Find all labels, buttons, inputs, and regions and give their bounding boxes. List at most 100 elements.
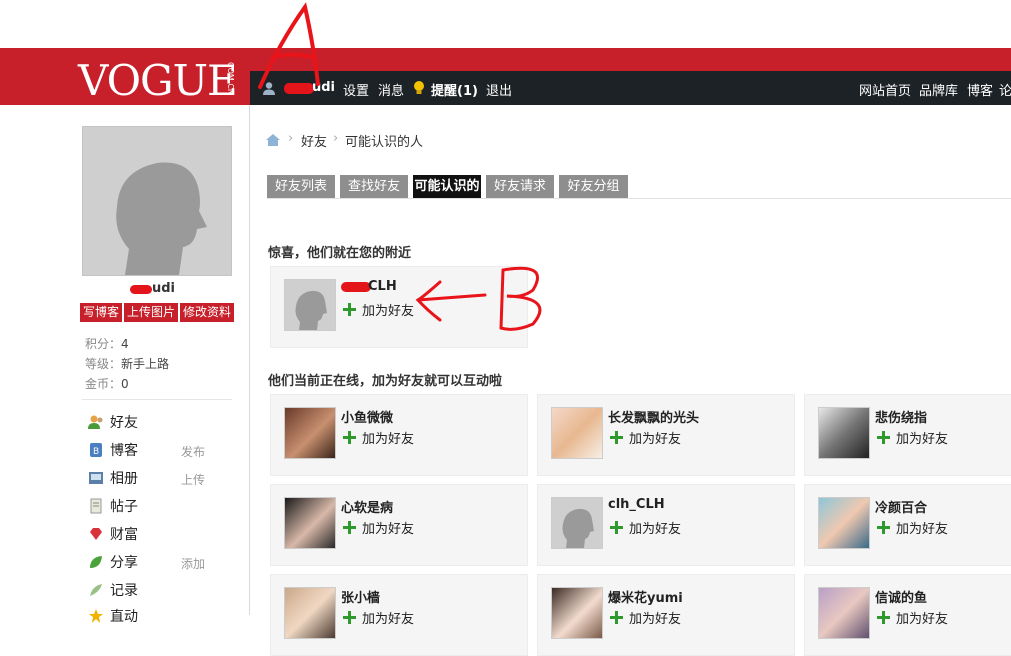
online-card: 长发飘飘的光头 加为好友 xyxy=(537,394,795,476)
plus-icon xyxy=(610,431,623,444)
user-photo[interactable] xyxy=(551,587,603,639)
silhouette-icon xyxy=(116,162,207,275)
write-blog-button[interactable]: 写博客 xyxy=(80,303,122,322)
vogue-logo[interactable]: VOGUE xyxy=(78,60,238,102)
annotation-a: A xyxy=(258,2,320,89)
user-photo[interactable] xyxy=(818,407,870,459)
person-name[interactable]: 张小樯 xyxy=(341,587,380,606)
star-icon xyxy=(89,609,103,623)
nav-reminders[interactable]: 提醒(1) xyxy=(431,80,478,99)
add-friend-button[interactable]: 加为好友 xyxy=(610,428,681,447)
logo-domain: COM.CN xyxy=(226,62,235,95)
stat-level: 等级：新手上路 xyxy=(85,357,170,371)
album-icon xyxy=(89,472,103,484)
sidebar-divider xyxy=(249,105,250,615)
sidebar-item-wealth[interactable]: 财富 xyxy=(88,524,138,544)
online-title: 他们当前正在线，加为好友就可以互动啦 xyxy=(268,374,503,389)
plus-icon xyxy=(610,521,623,534)
person-name[interactable]: CLH xyxy=(368,279,397,294)
tab-may-know[interactable]: 可能认识的 xyxy=(413,175,481,198)
nearby-title: 惊喜，他们就在您的附近 xyxy=(268,246,412,261)
default-avatar[interactable] xyxy=(551,497,603,549)
feather-icon xyxy=(90,584,102,596)
online-card: 悲伤绕指 加为好友 xyxy=(804,394,1011,476)
upload-photo-button[interactable]: 上传图片 xyxy=(124,303,178,322)
friends-icon xyxy=(88,415,103,429)
nav-forum[interactable]: 论 xyxy=(999,80,1011,99)
online-card: clh_CLH 加为好友 xyxy=(537,484,795,566)
sidebar-item-posts[interactable]: 帖子 xyxy=(88,496,138,516)
nav-home[interactable]: 网站首页 xyxy=(859,80,911,99)
nav-blog[interactable]: 博客 xyxy=(967,80,993,99)
nav-brands[interactable]: 品牌库 xyxy=(919,80,958,99)
add-friend-button[interactable]: 加为好友 xyxy=(610,518,681,537)
person-name[interactable]: 心软是病 xyxy=(341,497,393,516)
sidebar-item-friends[interactable]: 好友 xyxy=(88,412,138,432)
user-photo[interactable] xyxy=(818,497,870,549)
add-friend-button[interactable]: 加为好友 xyxy=(343,518,414,537)
user-photo[interactable] xyxy=(818,587,870,639)
person-name[interactable]: 小鱼微微 xyxy=(341,407,393,426)
online-card: 爆米花yumi 加为好友 xyxy=(537,574,795,656)
nav-logout[interactable]: 退出 xyxy=(486,80,512,99)
online-card: 心软是病 加为好友 xyxy=(270,484,528,566)
share-add-link[interactable]: 添加 xyxy=(181,555,205,572)
person-name[interactable]: 信诚的鱼 xyxy=(875,587,927,606)
plus-icon xyxy=(343,521,356,534)
user-photo[interactable] xyxy=(284,587,336,639)
add-friend-button[interactable]: 加为好友 xyxy=(877,608,948,627)
breadcrumb-friends[interactable]: 好友 xyxy=(301,131,327,150)
annotation-b: B xyxy=(415,266,542,331)
online-card: 信诚的鱼 加为好友 xyxy=(804,574,1011,656)
stat-coins: 金币：0 xyxy=(85,377,129,391)
sidebar-item-share[interactable]: 分享 xyxy=(88,552,138,572)
nav-settings[interactable]: 设置 xyxy=(343,80,369,99)
sidebar-item-album[interactable]: 相册 xyxy=(88,468,138,488)
stat-points: 积分：4 xyxy=(85,337,129,351)
user-photo[interactable] xyxy=(284,407,336,459)
plus-icon xyxy=(343,303,356,316)
plus-icon xyxy=(343,431,356,444)
nav-messages[interactable]: 消息 xyxy=(378,80,404,99)
add-friend-button[interactable]: 加为好友 xyxy=(343,428,414,447)
sidebar-username: udi xyxy=(152,281,176,296)
edit-profile-button[interactable]: 修改资料 xyxy=(180,303,234,322)
tab-find-friends[interactable]: 查找好友 xyxy=(340,175,408,198)
person-name[interactable]: 冷颜百合 xyxy=(875,497,927,516)
tab-underline xyxy=(267,198,1011,199)
add-friend-button[interactable]: 加为好友 xyxy=(343,300,414,319)
sidebar-item-records[interactable]: 记录 xyxy=(88,580,138,600)
tab-friend-groups[interactable]: 好友分组 xyxy=(559,175,628,198)
add-friend-button[interactable]: 加为好友 xyxy=(610,608,681,627)
user-photo[interactable] xyxy=(284,497,336,549)
tab-friend-list[interactable]: 好友列表 xyxy=(267,175,335,198)
breadcrumb-current: 可能认识的人 xyxy=(345,135,424,150)
home-icon[interactable] xyxy=(265,133,281,147)
add-friend-button[interactable]: 加为好友 xyxy=(877,428,948,447)
album-upload-link[interactable]: 上传 xyxy=(181,471,205,488)
profile-avatar[interactable] xyxy=(82,126,232,276)
person-name[interactable]: 爆米花yumi xyxy=(608,587,683,606)
online-card: 小鱼微微 加为好友 xyxy=(270,394,528,476)
person-name[interactable]: 长发飘飘的光头 xyxy=(608,407,699,426)
silhouette-icon xyxy=(552,498,602,548)
plus-icon xyxy=(610,611,623,624)
add-friend-button[interactable]: 加为好友 xyxy=(343,608,414,627)
sidebar-item-activity[interactable]: 直动 xyxy=(88,606,138,626)
blog-icon: B xyxy=(90,443,102,457)
leaf-icon xyxy=(90,556,102,568)
default-avatar[interactable] xyxy=(284,279,336,331)
online-card: 冷颜百合 加为好友 xyxy=(804,484,1011,566)
person-name[interactable]: clh_CLH xyxy=(608,497,665,512)
tab-friend-requests[interactable]: 好友请求 xyxy=(486,175,554,198)
svg-text:B: B xyxy=(93,447,99,457)
sidebar-item-blog[interactable]: B 博客 xyxy=(88,440,138,460)
breadcrumb-sep-icon: › xyxy=(288,131,294,146)
top-nav: udi 设置 消息 提醒(1) 退出 网站首页 品牌库 博客 论 xyxy=(250,71,1011,105)
user-photo[interactable] xyxy=(551,407,603,459)
add-friend-button[interactable]: 加为好友 xyxy=(877,518,948,537)
online-card: 张小樯 加为好友 xyxy=(270,574,528,656)
person-name[interactable]: 悲伤绕指 xyxy=(875,407,927,426)
posts-icon xyxy=(90,498,102,514)
blog-publish-link[interactable]: 发布 xyxy=(181,443,205,460)
